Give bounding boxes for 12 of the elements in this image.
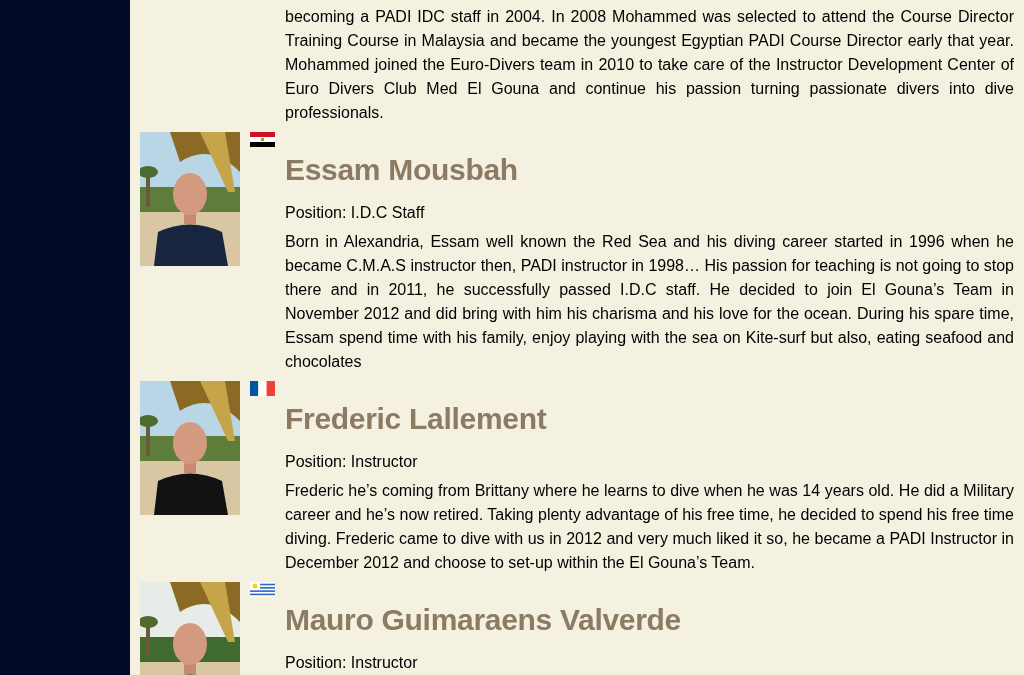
uruguay-flag-icon — [250, 582, 275, 597]
staff-name: Frederic Lallement — [285, 401, 548, 437]
france-flag-icon — [250, 381, 275, 396]
position-label: Position: I.D.C Staff — [285, 203, 426, 223]
staff-name: Mauro Guimaraens Valverde — [285, 602, 682, 638]
position-label: Position: Instructor — [285, 452, 419, 472]
egypt-flag-icon — [250, 132, 275, 147]
bio-paragraph: Born in Alexandria, Essam well known the Red Sea and his diving career started in 1996 when he became C.M.A.S instructor then, PADI instructor in 1998… His passion for teaching is not going to stop there and in 2011, he successfully passed I.D.C staff. He decided to join El Gouna’s Team in November 2012 and did bring with him his charisma and his love for the ocean. During his spare time, Essam spend time with his family, enjoy playing with the sea on Kite-surf but also, eating seafood and chocolates — [285, 232, 1014, 372]
bio-paragraph: Frederic he’s coming from Brittany where he learns to dive when he was 14 years old. He did a Military career and he’s now retired. Taking plenty advantage of his free time, he decided to spend his free time diving. Frederic came to dive with us in 2012 and very much liked it so, he became a PADI Instructor in December 2012 and choose to set-up within the El Gouna’s Team. — [285, 481, 1014, 573]
position-label: Position: Instructor — [285, 653, 419, 673]
bio-paragraph: becoming a PADI IDC staff in 2004. In 2008 Mohammed was selected to attend the Course Director Training Course in Malaysia and became the youngest Egyptian PADI Course Director early that year. Mohammed joined the Euro-Divers team in 2010 to take care of the Instructor Development Center of Euro Divers Club Med El Gouna and continue his passion turning passionate divers into dive professionals. — [285, 7, 1014, 123]
staff-name: Essam Mousbah — [285, 152, 519, 188]
